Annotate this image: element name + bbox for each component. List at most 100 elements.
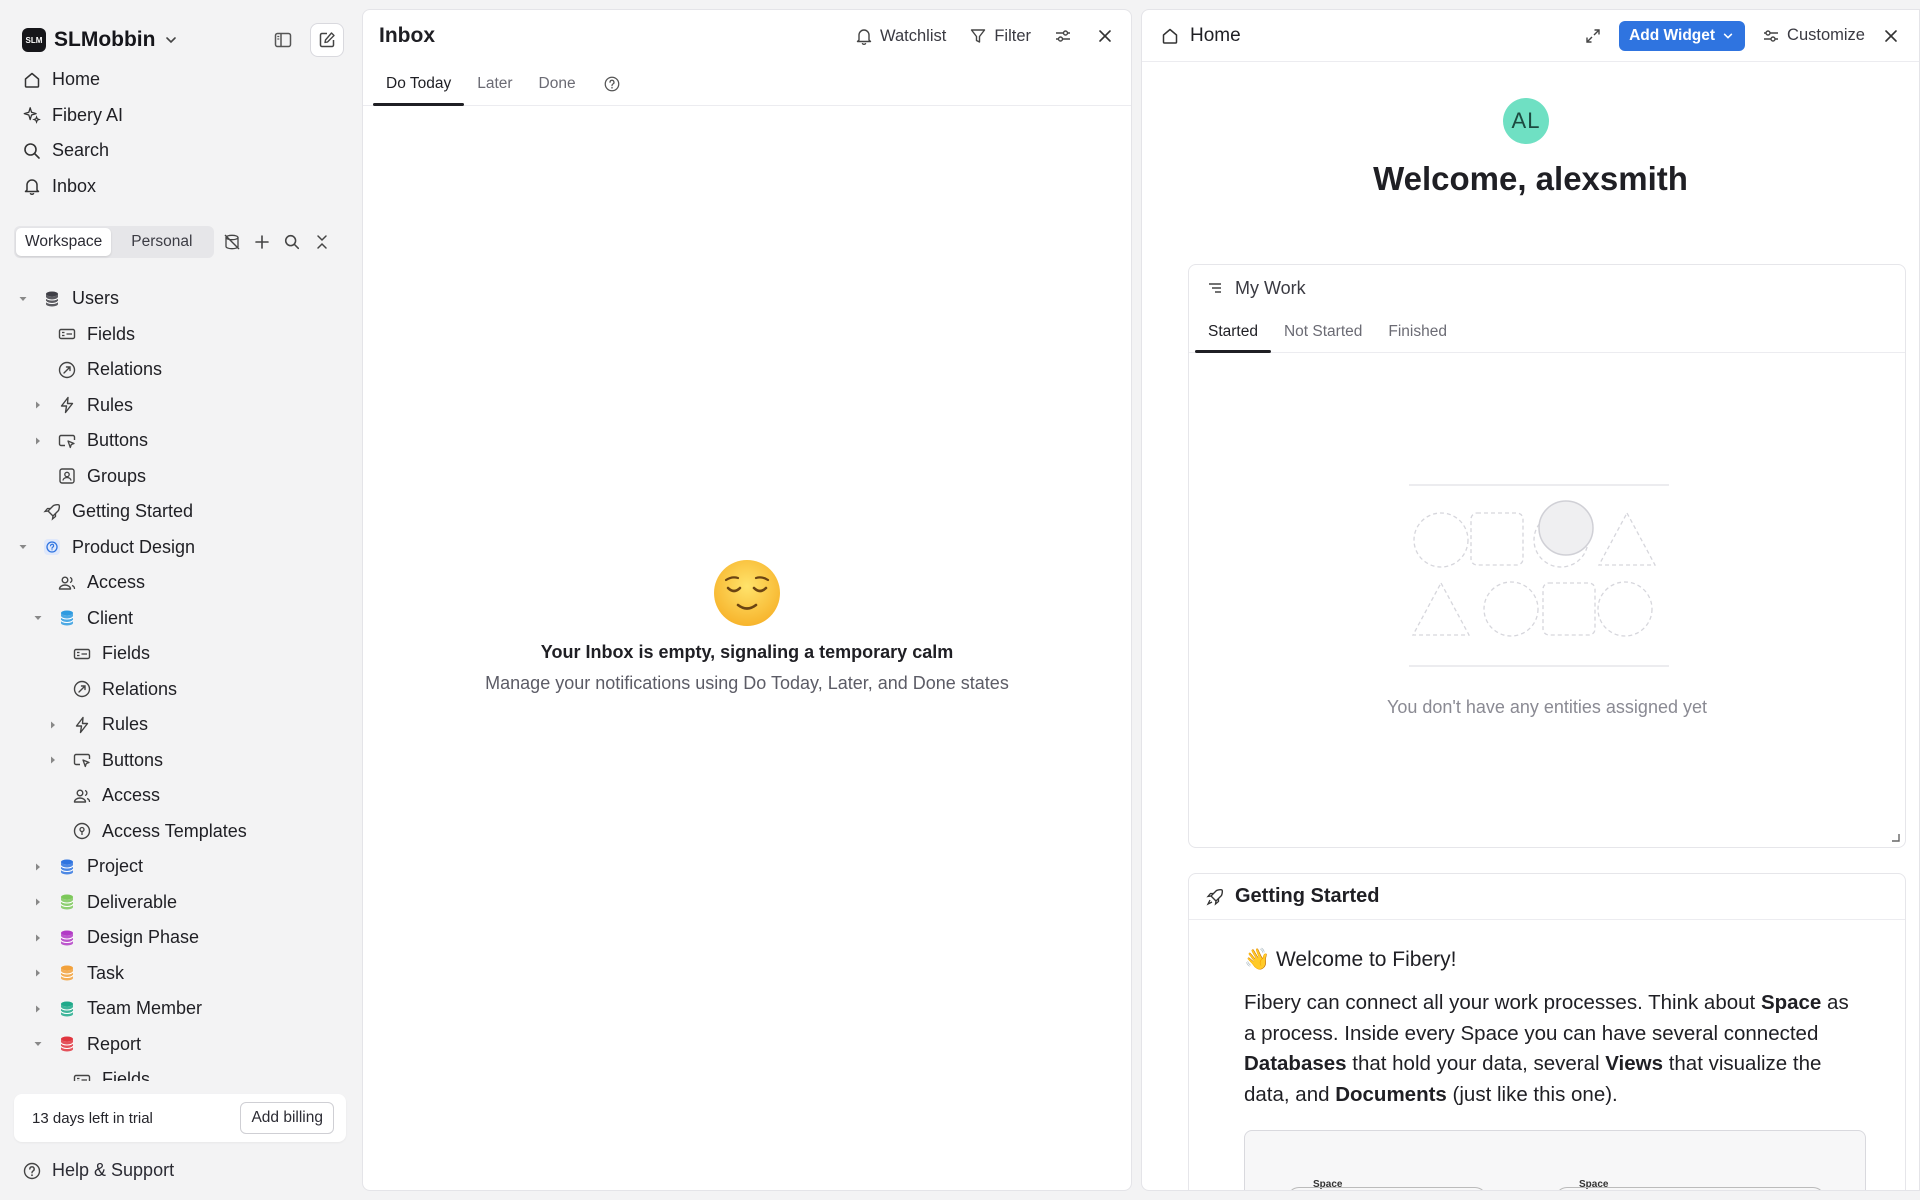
- chevron-down-icon[interactable]: [161, 30, 181, 50]
- filter-label: Filter: [994, 26, 1031, 45]
- tree-item-label: Getting Started: [72, 501, 194, 522]
- nav-fibery-ai[interactable]: Fibery AI: [14, 98, 348, 134]
- tree-item-access[interactable]: Access: [14, 565, 350, 601]
- getting-started-body: 👋 Welcome to Fibery! Fibery can connect …: [1189, 920, 1905, 1110]
- compose-icon: [317, 30, 337, 50]
- personal-tab[interactable]: Personal: [111, 228, 212, 256]
- tree-item-design-phase[interactable]: Design Phase: [14, 920, 350, 956]
- add-widget-button[interactable]: Add Widget: [1619, 20, 1746, 51]
- tab-do-today[interactable]: Do Today: [373, 62, 465, 106]
- caret-right-icon[interactable]: [31, 931, 45, 945]
- tab-started[interactable]: Started: [1195, 311, 1271, 353]
- customize-button[interactable]: Customize: [1761, 26, 1865, 46]
- inbox-help-button[interactable]: [589, 62, 635, 105]
- tree-item-task[interactable]: Task: [14, 956, 350, 992]
- nav-search[interactable]: Search: [14, 133, 348, 169]
- tree-item-label: Fields: [102, 1069, 151, 1081]
- collapse-all-icon[interactable]: [312, 232, 332, 252]
- home-panel: Home Add Widget Customize AL Welcome, al…: [1141, 9, 1920, 1191]
- tree-item-rules[interactable]: Rules: [14, 388, 350, 424]
- getting-started-widget: Getting Started 👋 Welcome to Fibery! Fib…: [1188, 873, 1906, 1190]
- tree-item-fields[interactable]: Fields: [14, 317, 350, 353]
- tab-finished[interactable]: Finished: [1375, 311, 1460, 352]
- fields-icon: [72, 644, 92, 664]
- tree-item-report[interactable]: Report: [14, 1027, 350, 1063]
- caret-down-icon[interactable]: [31, 611, 45, 625]
- caret-right-icon[interactable]: [31, 860, 45, 874]
- people-icon: [57, 573, 77, 593]
- nav-inbox[interactable]: Inbox: [14, 169, 348, 205]
- tree-item-team-member[interactable]: Team Member: [14, 991, 350, 1027]
- hide-databases-icon[interactable]: [222, 232, 242, 252]
- nav-label: Home: [52, 69, 101, 90]
- close-icon[interactable]: [1095, 26, 1115, 46]
- plus-icon[interactable]: [252, 232, 272, 252]
- tree-item-fields[interactable]: Fields: [14, 636, 350, 672]
- help-support-link[interactable]: Help & Support: [22, 1160, 174, 1181]
- tree-item-buttons[interactable]: Buttons: [14, 423, 350, 459]
- workspace-tab[interactable]: Workspace: [16, 228, 112, 256]
- home-icon: [1160, 26, 1180, 46]
- caret-right-icon[interactable]: [31, 966, 45, 980]
- empty-title: Your Inbox is empty, signaling a tempora…: [540, 642, 954, 662]
- tree-item-client[interactable]: Client: [14, 601, 350, 637]
- getting-started-title: Getting Started: [1235, 885, 1380, 907]
- tree-item-access[interactable]: Access: [14, 778, 350, 814]
- tree-item-label: Access: [102, 785, 161, 806]
- tree-item-relations[interactable]: Relations: [14, 352, 350, 388]
- caret-down-icon[interactable]: [16, 540, 30, 554]
- tree-item-product-design[interactable]: Product Design: [14, 530, 350, 566]
- workspace-name[interactable]: SLMobbin: [54, 28, 155, 52]
- tab-not-started[interactable]: Not Started: [1271, 311, 1375, 352]
- database-icon: [57, 892, 77, 912]
- trial-banner: 13 days left in trial Add billing: [14, 1094, 346, 1142]
- caret-down-icon[interactable]: [16, 292, 30, 306]
- new-document-button[interactable]: [310, 23, 344, 57]
- workspace-tree: Users Fields Relations Rules Buttons Groups Ge…: [14, 281, 350, 1081]
- user-avatar[interactable]: AL: [1503, 98, 1549, 144]
- tree-item-groups[interactable]: Groups: [14, 459, 350, 495]
- tree-item-access-templates[interactable]: Access Templates: [14, 814, 350, 850]
- caret-right-icon[interactable]: [31, 1002, 45, 1016]
- relieved-face-icon: [712, 558, 782, 628]
- bell-icon: [22, 176, 42, 196]
- tree-item-label: Fields: [87, 323, 136, 344]
- caret-down-icon[interactable]: [31, 1037, 45, 1051]
- my-work-header: My Work: [1189, 265, 1905, 311]
- tree-item-project[interactable]: Project: [14, 849, 350, 885]
- toggle-sidebar-button[interactable]: [266, 23, 300, 57]
- watchlist-label: Watchlist: [880, 26, 947, 45]
- question-circle-icon: [602, 74, 622, 94]
- tree-item-relations[interactable]: Relations: [14, 672, 350, 708]
- tree-item-fields[interactable]: Fields: [14, 1062, 350, 1081]
- resize-handle-icon[interactable]: [1889, 831, 1901, 843]
- caret-right-icon[interactable]: [31, 398, 45, 412]
- tree-item-buttons[interactable]: Buttons: [14, 743, 350, 779]
- filter-button[interactable]: Filter: [968, 26, 1031, 46]
- workspace-logo[interactable]: SLM: [22, 28, 46, 52]
- caret-right-icon[interactable]: [31, 434, 45, 448]
- caret-right-icon[interactable]: [46, 753, 60, 767]
- expand-icon[interactable]: [1583, 26, 1603, 46]
- tree-item-rules[interactable]: Rules: [14, 707, 350, 743]
- help-label: Help & Support: [52, 1160, 175, 1180]
- tree-item-label: Groups: [87, 465, 147, 486]
- template-icon: [72, 821, 92, 841]
- search-icon[interactable]: [282, 232, 302, 252]
- watchlist-button[interactable]: Watchlist: [854, 26, 946, 46]
- settings-sliders-icon[interactable]: [1053, 26, 1073, 46]
- close-icon[interactable]: [1881, 26, 1901, 46]
- filter-icon: [968, 26, 988, 46]
- caret-right-icon[interactable]: [31, 895, 45, 909]
- add-billing-button[interactable]: Add billing: [240, 1102, 334, 1134]
- inbox-panel: Inbox Watchlist Filter Do Today Later Do…: [362, 9, 1132, 1191]
- tree-item-deliverable[interactable]: Deliverable: [14, 885, 350, 921]
- nav-home[interactable]: Home: [14, 62, 348, 98]
- tab-later[interactable]: Later: [464, 62, 525, 105]
- tab-done[interactable]: Done: [526, 62, 589, 105]
- caret-right-icon[interactable]: [46, 718, 60, 732]
- tree-item-getting-started[interactable]: Getting Started: [14, 494, 350, 530]
- tree-item-users[interactable]: Users: [14, 281, 350, 317]
- tree-item-label: Team Member: [87, 998, 203, 1019]
- inbox-header: Inbox Watchlist Filter: [363, 10, 1131, 62]
